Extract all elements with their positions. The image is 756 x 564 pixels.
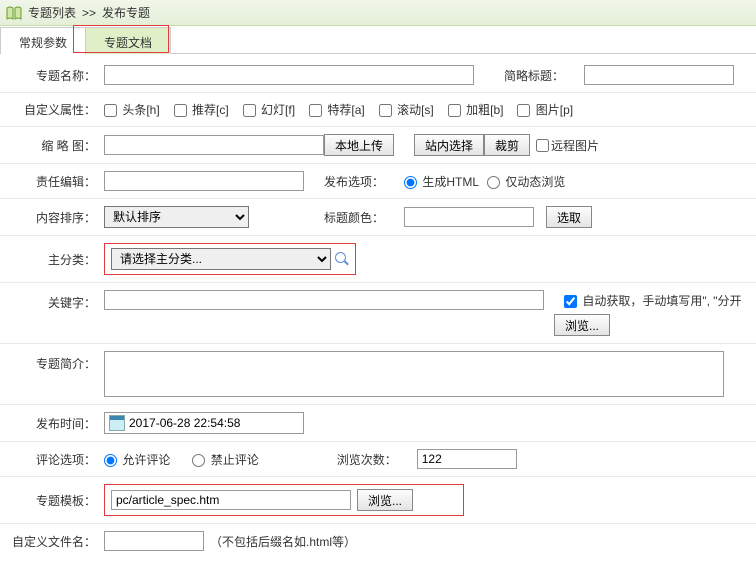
btn-browse-keywords[interactable]: 浏览...	[554, 314, 610, 336]
radio-allow-comment[interactable]	[104, 454, 117, 467]
btn-crop[interactable]: 裁剪	[484, 134, 530, 156]
label-thumb: 缩 略 图：	[4, 137, 104, 154]
input-keywords[interactable]	[104, 290, 544, 310]
chk-image[interactable]	[517, 104, 530, 117]
chk-headline[interactable]	[104, 104, 117, 117]
tabs: 常规参数 专题文档	[0, 26, 756, 54]
label-main-cat: 主分类：	[4, 251, 104, 268]
label-pubtime: 发布时间：	[4, 415, 104, 432]
header: 专题列表 >> 发布专题	[0, 0, 756, 26]
search-icon[interactable]	[335, 252, 349, 266]
label-template: 专题模板：	[4, 492, 104, 509]
lbl-slide: 幻灯[f]	[261, 103, 295, 117]
input-editor[interactable]	[104, 171, 304, 191]
chk-scroll[interactable]	[379, 104, 392, 117]
lbl-image: 图片[p]	[536, 103, 573, 117]
label-intro: 专题简介：	[4, 351, 104, 372]
input-title-color[interactable]	[404, 207, 534, 227]
input-name[interactable]	[104, 65, 474, 85]
label-short-title: 简略标题：	[504, 67, 584, 84]
chk-remote[interactable]	[536, 139, 549, 152]
lbl-remote: 远程图片	[551, 137, 599, 154]
radio-gen-html[interactable]	[404, 176, 417, 189]
highlight-template: 浏览...	[104, 484, 464, 516]
label-title-color: 标题颜色：	[324, 209, 404, 226]
attr-group: 头条[h] 推荐[c] 幻灯[f] 特荐[a] 滚动[s] 加粗[b] 图片[p…	[104, 101, 752, 118]
label-custom-file: 自定义文件名：	[4, 533, 104, 550]
label-name: 专题名称：	[4, 67, 104, 84]
hint-custom-file: （不包括后缀名如.html等）	[210, 533, 356, 550]
select-main-cat[interactable]: 请选择主分类...	[111, 248, 331, 270]
input-template[interactable]	[111, 490, 351, 510]
tab-docs[interactable]: 专题文档	[85, 27, 171, 54]
label-keywords: 关键字：	[4, 290, 104, 311]
label-publish-opt: 发布选项：	[324, 173, 404, 190]
label-custom-attr: 自定义属性：	[4, 101, 104, 118]
tab-general[interactable]: 常规参数	[0, 27, 86, 54]
lbl-auto-keywords: 自动获取，手动填写用", "分开	[582, 294, 741, 308]
input-short-title[interactable]	[584, 65, 734, 85]
breadcrumb-root[interactable]: 专题列表	[28, 4, 76, 21]
btn-site-select[interactable]: 站内选择	[414, 134, 484, 156]
lbl-gen-html: 生成HTML	[422, 175, 479, 189]
lbl-bold: 加粗[b]	[466, 103, 503, 117]
select-sort[interactable]: 默认排序	[104, 206, 249, 228]
highlight-main-cat: 请选择主分类...	[104, 243, 356, 275]
lbl-headline: 头条[h]	[122, 103, 159, 117]
input-viewcount[interactable]	[417, 449, 517, 469]
book-icon	[6, 6, 22, 20]
chk-auto-keywords[interactable]	[564, 295, 577, 308]
input-pubtime[interactable]	[129, 414, 289, 432]
btn-browse-template[interactable]: 浏览...	[357, 489, 413, 511]
form: 专题名称： 简略标题： 自定义属性： 头条[h] 推荐[c] 幻灯[f] 特荐[…	[0, 54, 756, 564]
chk-bold[interactable]	[448, 104, 461, 117]
label-comment: 评论选项：	[4, 451, 104, 468]
lbl-scroll: 滚动[s]	[397, 103, 434, 117]
label-editor: 责任编辑：	[4, 173, 104, 190]
lbl-allow-comment: 允许评论	[122, 453, 170, 467]
label-sort: 内容排序：	[4, 209, 104, 226]
input-thumb[interactable]	[104, 135, 324, 155]
breadcrumb-sep: >>	[82, 6, 96, 20]
lbl-forbid-comment: 禁止评论	[211, 453, 259, 467]
radio-dynamic[interactable]	[487, 176, 500, 189]
radio-forbid-comment[interactable]	[192, 454, 205, 467]
input-custom-file[interactable]	[104, 531, 204, 551]
lbl-recommend: 推荐[c]	[192, 103, 229, 117]
btn-local-upload[interactable]: 本地上传	[324, 134, 394, 156]
calendar-icon[interactable]	[109, 415, 125, 431]
breadcrumb-current: 发布专题	[102, 4, 150, 21]
chk-special[interactable]	[309, 104, 322, 117]
textarea-intro[interactable]	[104, 351, 724, 397]
lbl-special: 特荐[a]	[327, 103, 364, 117]
chk-recommend[interactable]	[174, 104, 187, 117]
chk-slide[interactable]	[243, 104, 256, 117]
lbl-dynamic: 仅动态浏览	[505, 175, 565, 189]
label-viewcount: 浏览次数：	[337, 451, 417, 468]
btn-pick-color[interactable]: 选取	[546, 206, 592, 228]
